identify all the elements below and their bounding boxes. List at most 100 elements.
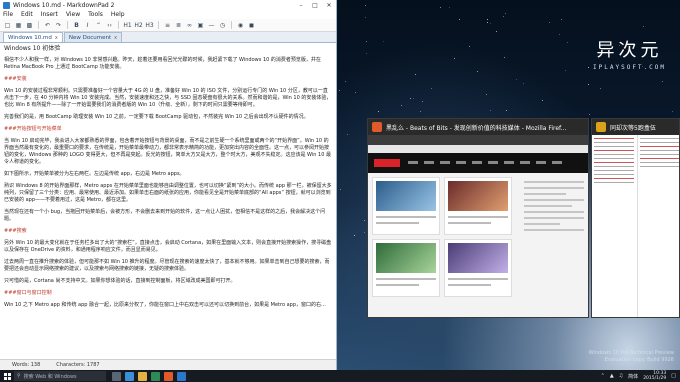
tab-new-document[interactable]: New Document x (63, 32, 123, 42)
toolbar-divider (67, 21, 68, 29)
chevron-up-icon[interactable]: ⌃ (601, 373, 605, 379)
new-file-icon[interactable]: □ (3, 21, 12, 30)
star (504, 13, 506, 14)
menu-help[interactable]: Help (111, 11, 125, 18)
markdown-paragraph: 另外 Win 10 的最大变化就在于任务栏多出了大的“搜索栏”，直接点击，会启动… (4, 240, 332, 253)
notifications-icon[interactable]: □ (671, 373, 676, 379)
switcher-caption: 黑乱么 - Beats of Bits - 发现创新价值的科技媒体 - Mozi… (368, 119, 588, 135)
network-icon[interactable]: ▲ (610, 373, 614, 379)
undo-icon[interactable]: ↶ (43, 21, 52, 30)
star (542, 100, 543, 102)
star (459, 19, 461, 21)
star (419, 110, 421, 112)
star (503, 16, 505, 18)
explorer-icon[interactable] (138, 371, 147, 381)
star (449, 6, 451, 8)
image-icon[interactable]: ▣ (196, 21, 205, 30)
taskbar-apps (112, 371, 186, 381)
star (549, 21, 551, 23)
star (486, 94, 488, 96)
fullscreen-icon[interactable]: ◼ (247, 21, 256, 30)
input-language[interactable]: 简体 (628, 373, 638, 380)
switcher-window-app[interactable]: 同却次等5跑盒伍 (591, 118, 680, 318)
switcher-window-firefox[interactable]: 黑乱么 - Beats of Bits - 发现创新价值的科技媒体 - Mozi… (367, 118, 589, 318)
tab-close-icon[interactable]: x (114, 35, 117, 41)
toolbar-divider (158, 21, 159, 29)
minimize-icon[interactable]: – (294, 0, 308, 10)
star (363, 219, 365, 221)
character-count: Characters: 1787 (56, 362, 100, 368)
star (354, 92, 356, 94)
star (505, 109, 507, 111)
star (339, 89, 341, 91)
site-logo: 异次元 IPLAYSOFT.COM (593, 36, 666, 71)
editor-text-area[interactable]: Windows 10 初体验 相信不少人和我一样，对 Windows 10 非常感… (0, 43, 336, 359)
heading1-icon[interactable]: H1 (123, 21, 132, 30)
site-brand-mark (374, 159, 400, 167)
star (672, 111, 674, 113)
star (346, 134, 348, 136)
search-icon: ⚲ (17, 373, 21, 379)
numbered-list-icon[interactable]: ≣ (174, 21, 183, 30)
heading3-icon[interactable]: H3 (145, 21, 154, 30)
word-count: Words: 138 (12, 362, 41, 368)
menu-file[interactable]: File (3, 11, 13, 18)
menu-edit[interactable]: Edit (21, 11, 33, 18)
markdown-heading: ###搜索 (4, 228, 27, 234)
star (364, 231, 366, 233)
store-icon[interactable] (151, 371, 160, 381)
star (504, 57, 506, 59)
star (522, 82, 524, 84)
firefox-icon[interactable] (164, 371, 173, 381)
code-icon[interactable]: ‹› (105, 21, 114, 30)
tab-windows10[interactable]: Windows 10.md x (3, 32, 63, 42)
star (516, 78, 518, 80)
tab-close-icon[interactable]: x (55, 35, 58, 41)
bullet-list-icon[interactable]: ≡ (163, 21, 172, 30)
markdown-paragraph: 熟识 Windows 8 的开始界面那样，Metro apps 在开始菜单里面也… (4, 183, 332, 203)
heading2-icon[interactable]: H2 (134, 21, 143, 30)
close-icon[interactable]: ✕ (322, 0, 336, 10)
markdown-heading: ###安装 (4, 76, 27, 82)
link-icon[interactable]: ∞ (185, 21, 194, 30)
open-folder-icon[interactable]: ▦ (14, 21, 23, 30)
app-icon (596, 122, 606, 132)
star (345, 80, 347, 82)
star (587, 66, 589, 68)
preview-icon[interactable]: ◉ (236, 21, 245, 30)
menu-view[interactable]: View (66, 11, 80, 18)
ie-icon[interactable] (125, 371, 134, 381)
save-icon[interactable]: ▩ (25, 21, 34, 30)
clock[interactable]: 10:33 2015/1/29 (643, 371, 666, 381)
bold-icon[interactable]: B (72, 21, 81, 30)
star (643, 26, 645, 28)
menu-tools[interactable]: Tools (88, 11, 103, 18)
article-card (444, 239, 512, 297)
markdownpad-icon[interactable] (177, 371, 186, 381)
app-preview (592, 135, 679, 317)
switcher-title: 黑乱么 - Beats of Bits - 发现创新价值的科技媒体 - Mozi… (386, 124, 567, 132)
quote-icon[interactable]: “ (94, 21, 103, 30)
switcher-caption: 同却次等5跑盒伍 (592, 119, 679, 135)
menu-insert[interactable]: Insert (41, 11, 58, 18)
volume-icon[interactable]: ♫ (619, 373, 623, 379)
markdown-paragraph: Win 10 的安装过程非常顺利。只需要准备好一个容量大于 4G 的 U 盘，准… (4, 88, 332, 108)
taskbar-search[interactable]: ⚲ 搜索 Web 和 Windows (14, 371, 106, 381)
star (401, 104, 403, 106)
task-view-icon[interactable] (112, 371, 121, 381)
star (412, 97, 414, 99)
desktop-background: 异次元 IPLAYSOFT.COM 黑乱么 - Beats of Bits - … (337, 0, 680, 370)
italic-icon[interactable]: I (83, 21, 92, 30)
toolbar-divider (118, 21, 119, 29)
timestamp-icon[interactable]: ◷ (218, 21, 227, 30)
markdown-paragraph: 只可惜的是，Cortana 尚不支持中文。如果你想体验的话，直接到控制面板，将区… (4, 278, 236, 284)
browser-toolbar (368, 145, 588, 153)
maximize-icon[interactable]: □ (308, 0, 322, 10)
site-sidebar (524, 177, 584, 313)
star (410, 98, 412, 100)
hr-icon[interactable]: — (207, 21, 216, 30)
start-button[interactable] (0, 370, 14, 382)
star (454, 57, 456, 59)
logo-en: IPLAYSOFT.COM (593, 64, 666, 71)
redo-icon[interactable]: ↷ (54, 21, 63, 30)
